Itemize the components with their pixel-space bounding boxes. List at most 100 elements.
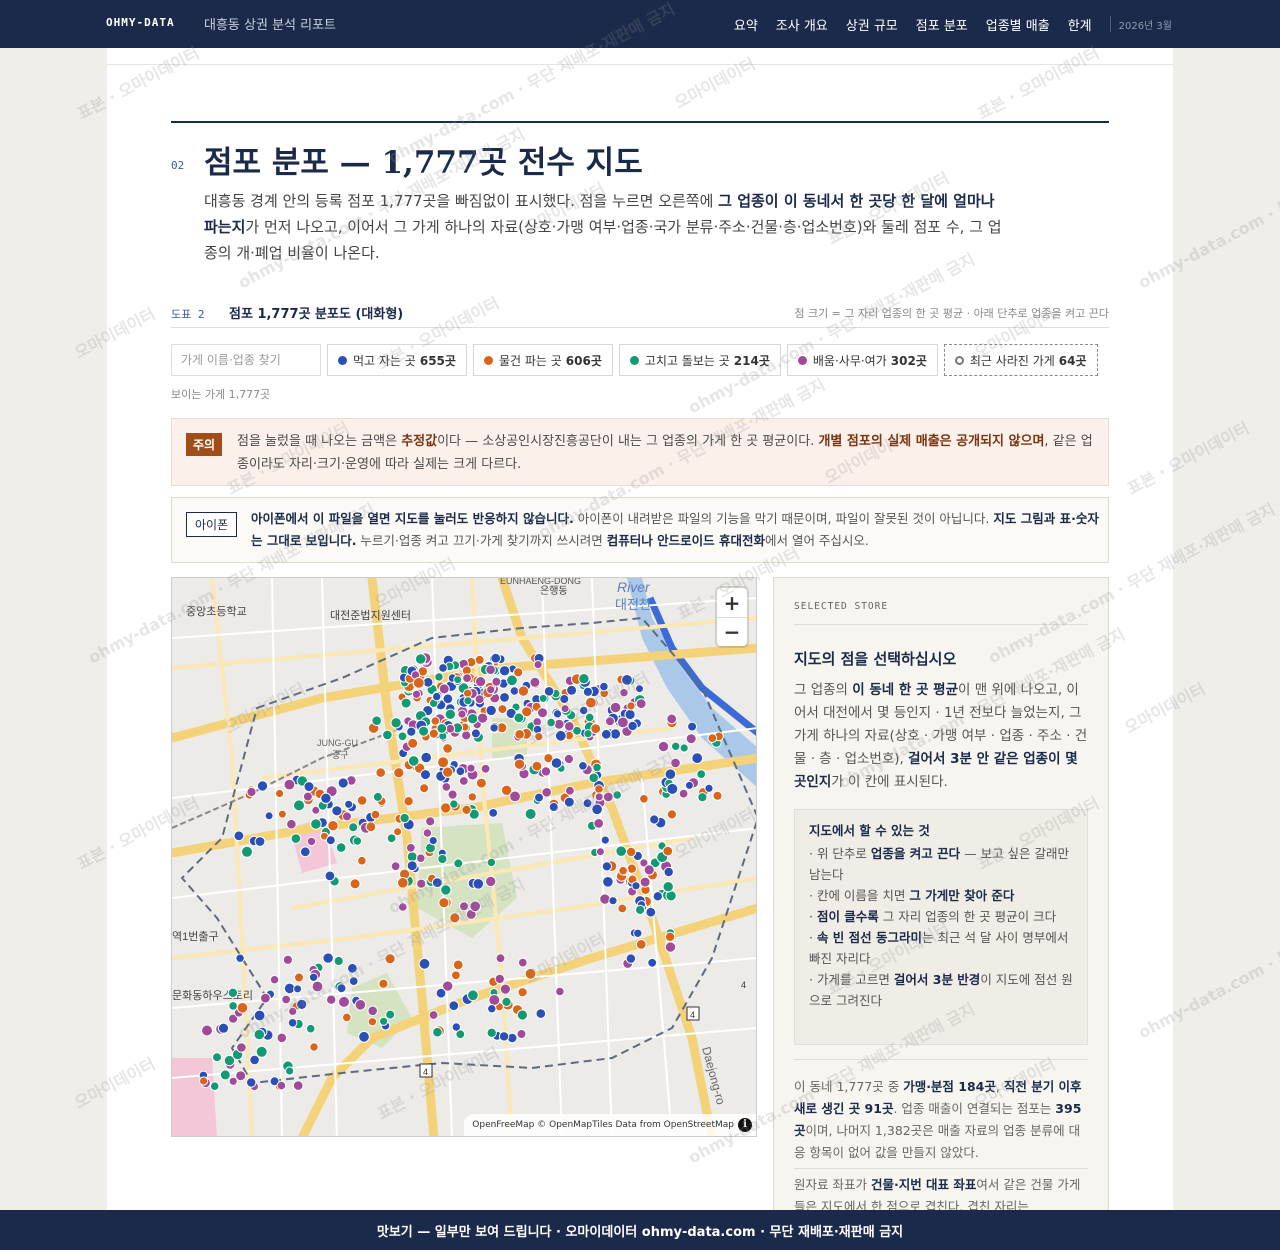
store-dot[interactable]	[609, 728, 622, 740]
store-dot[interactable]	[601, 861, 612, 872]
store-dot[interactable]	[308, 972, 319, 982]
store-dot[interactable]	[578, 673, 590, 685]
store-dot[interactable]	[227, 987, 239, 998]
store-dot[interactable]	[538, 693, 548, 703]
store-dot[interactable]	[212, 1052, 222, 1063]
store-dot[interactable]	[437, 853, 448, 865]
store-dot[interactable]	[591, 803, 603, 816]
store-dot[interactable]	[524, 967, 537, 980]
store-dot[interactable]	[393, 767, 405, 779]
store-dot[interactable]	[712, 790, 723, 801]
store-dot[interactable]	[533, 660, 543, 670]
store-dot[interactable]	[652, 891, 663, 902]
store-dot[interactable]	[600, 728, 612, 740]
store-dot[interactable]	[498, 665, 511, 677]
store-dot[interactable]	[445, 723, 456, 734]
store-dot[interactable]	[552, 709, 563, 719]
store-dot[interactable]	[233, 830, 245, 842]
store-dot[interactable]	[441, 782, 452, 792]
store-dot[interactable]	[432, 1026, 443, 1038]
store-dot[interactable]	[535, 1008, 547, 1019]
store-dot[interactable]	[451, 1022, 461, 1032]
store-dot[interactable]	[463, 696, 473, 706]
store-dot[interactable]	[506, 674, 518, 687]
store-dot[interactable]	[494, 973, 505, 985]
store-dot[interactable]	[490, 652, 502, 664]
store-dot[interactable]	[281, 994, 291, 1005]
store-dot[interactable]	[372, 791, 383, 802]
nav-item-sales[interactable]: 업종별 매출	[986, 15, 1050, 34]
store-dot[interactable]	[631, 881, 641, 891]
store-dot[interactable]	[626, 701, 636, 711]
store-dot[interactable]	[517, 685, 530, 697]
store-dot[interactable]	[219, 1069, 231, 1081]
store-dot[interactable]	[390, 717, 402, 729]
store-dot[interactable]	[293, 984, 303, 994]
store-dot[interactable]	[378, 978, 389, 989]
store-dot[interactable]	[437, 756, 450, 769]
store-dot[interactable]	[367, 1017, 378, 1027]
store-dot[interactable]	[416, 853, 426, 864]
store-dot[interactable]	[625, 953, 637, 964]
store-dot[interactable]	[474, 694, 485, 705]
store-dot[interactable]	[516, 1009, 528, 1021]
store-dot[interactable]	[269, 975, 280, 985]
store-dot[interactable]	[666, 713, 678, 725]
store-dot[interactable]	[599, 681, 609, 692]
store-dot[interactable]	[331, 805, 343, 817]
store-dot[interactable]	[474, 654, 485, 665]
store-dot[interactable]	[324, 870, 336, 882]
store-dot[interactable]	[594, 792, 604, 802]
store-dot[interactable]	[367, 1005, 378, 1017]
store-dot[interactable]	[485, 704, 497, 717]
store-dot[interactable]	[704, 783, 714, 793]
store-dot[interactable]	[311, 980, 324, 993]
store-dot[interactable]	[436, 723, 448, 734]
store-dot[interactable]	[543, 686, 555, 697]
store-dot[interactable]	[461, 804, 472, 815]
store-dot[interactable]	[602, 791, 614, 803]
filter-education-office-button[interactable]: 배움·사무·여가 302곳	[786, 344, 938, 376]
store-dot[interactable]	[325, 835, 336, 846]
store-dot[interactable]	[302, 791, 313, 802]
store-dot[interactable]	[398, 902, 408, 912]
store-dot[interactable]	[469, 900, 482, 913]
store-dot[interactable]	[635, 939, 647, 950]
store-dot[interactable]	[600, 835, 610, 845]
nav-item-scale[interactable]: 상권 규모	[846, 15, 898, 34]
store-dot[interactable]	[338, 995, 350, 1008]
store-dot[interactable]	[282, 954, 294, 965]
store-dot[interactable]	[513, 712, 525, 724]
store-dot[interactable]	[235, 953, 245, 963]
store-dot[interactable]	[585, 696, 597, 709]
store-dot[interactable]	[548, 802, 559, 812]
store-dot[interactable]	[534, 792, 544, 803]
store-dot[interactable]	[627, 720, 638, 732]
store-dot[interactable]	[687, 721, 698, 732]
filter-food-lodging-button[interactable]: 먹고 자는 곳 655곳	[327, 344, 467, 376]
store-dot[interactable]	[290, 833, 302, 844]
store-dot[interactable]	[256, 780, 269, 792]
store-dot[interactable]	[531, 760, 543, 772]
store-dot[interactable]	[639, 876, 651, 888]
store-dot[interactable]	[385, 1009, 396, 1020]
store-dot[interactable]	[466, 763, 476, 773]
store-dot[interactable]	[288, 1006, 298, 1016]
store-dot[interactable]	[418, 725, 430, 737]
store-dot[interactable]	[406, 726, 417, 737]
store-dot[interactable]	[499, 692, 510, 703]
store-dot[interactable]	[467, 792, 477, 802]
store-dot[interactable]	[578, 761, 588, 771]
store-dot[interactable]	[397, 877, 409, 889]
store-dot[interactable]	[428, 1010, 439, 1020]
store-map[interactable]: EUNHAENG-DONG 은행동 River 대전천 중앙초등학교 대전준법지…	[171, 577, 757, 1137]
nav-item-summary[interactable]: 요약	[734, 15, 758, 34]
store-dot[interactable]	[664, 941, 677, 953]
store-dot[interactable]	[411, 689, 422, 699]
store-dot[interactable]	[384, 953, 396, 965]
store-dot[interactable]	[592, 762, 602, 773]
store-dot[interactable]	[236, 1042, 247, 1053]
store-dot[interactable]	[498, 1031, 510, 1042]
store-dot[interactable]	[438, 897, 450, 909]
store-dot[interactable]	[320, 792, 332, 805]
